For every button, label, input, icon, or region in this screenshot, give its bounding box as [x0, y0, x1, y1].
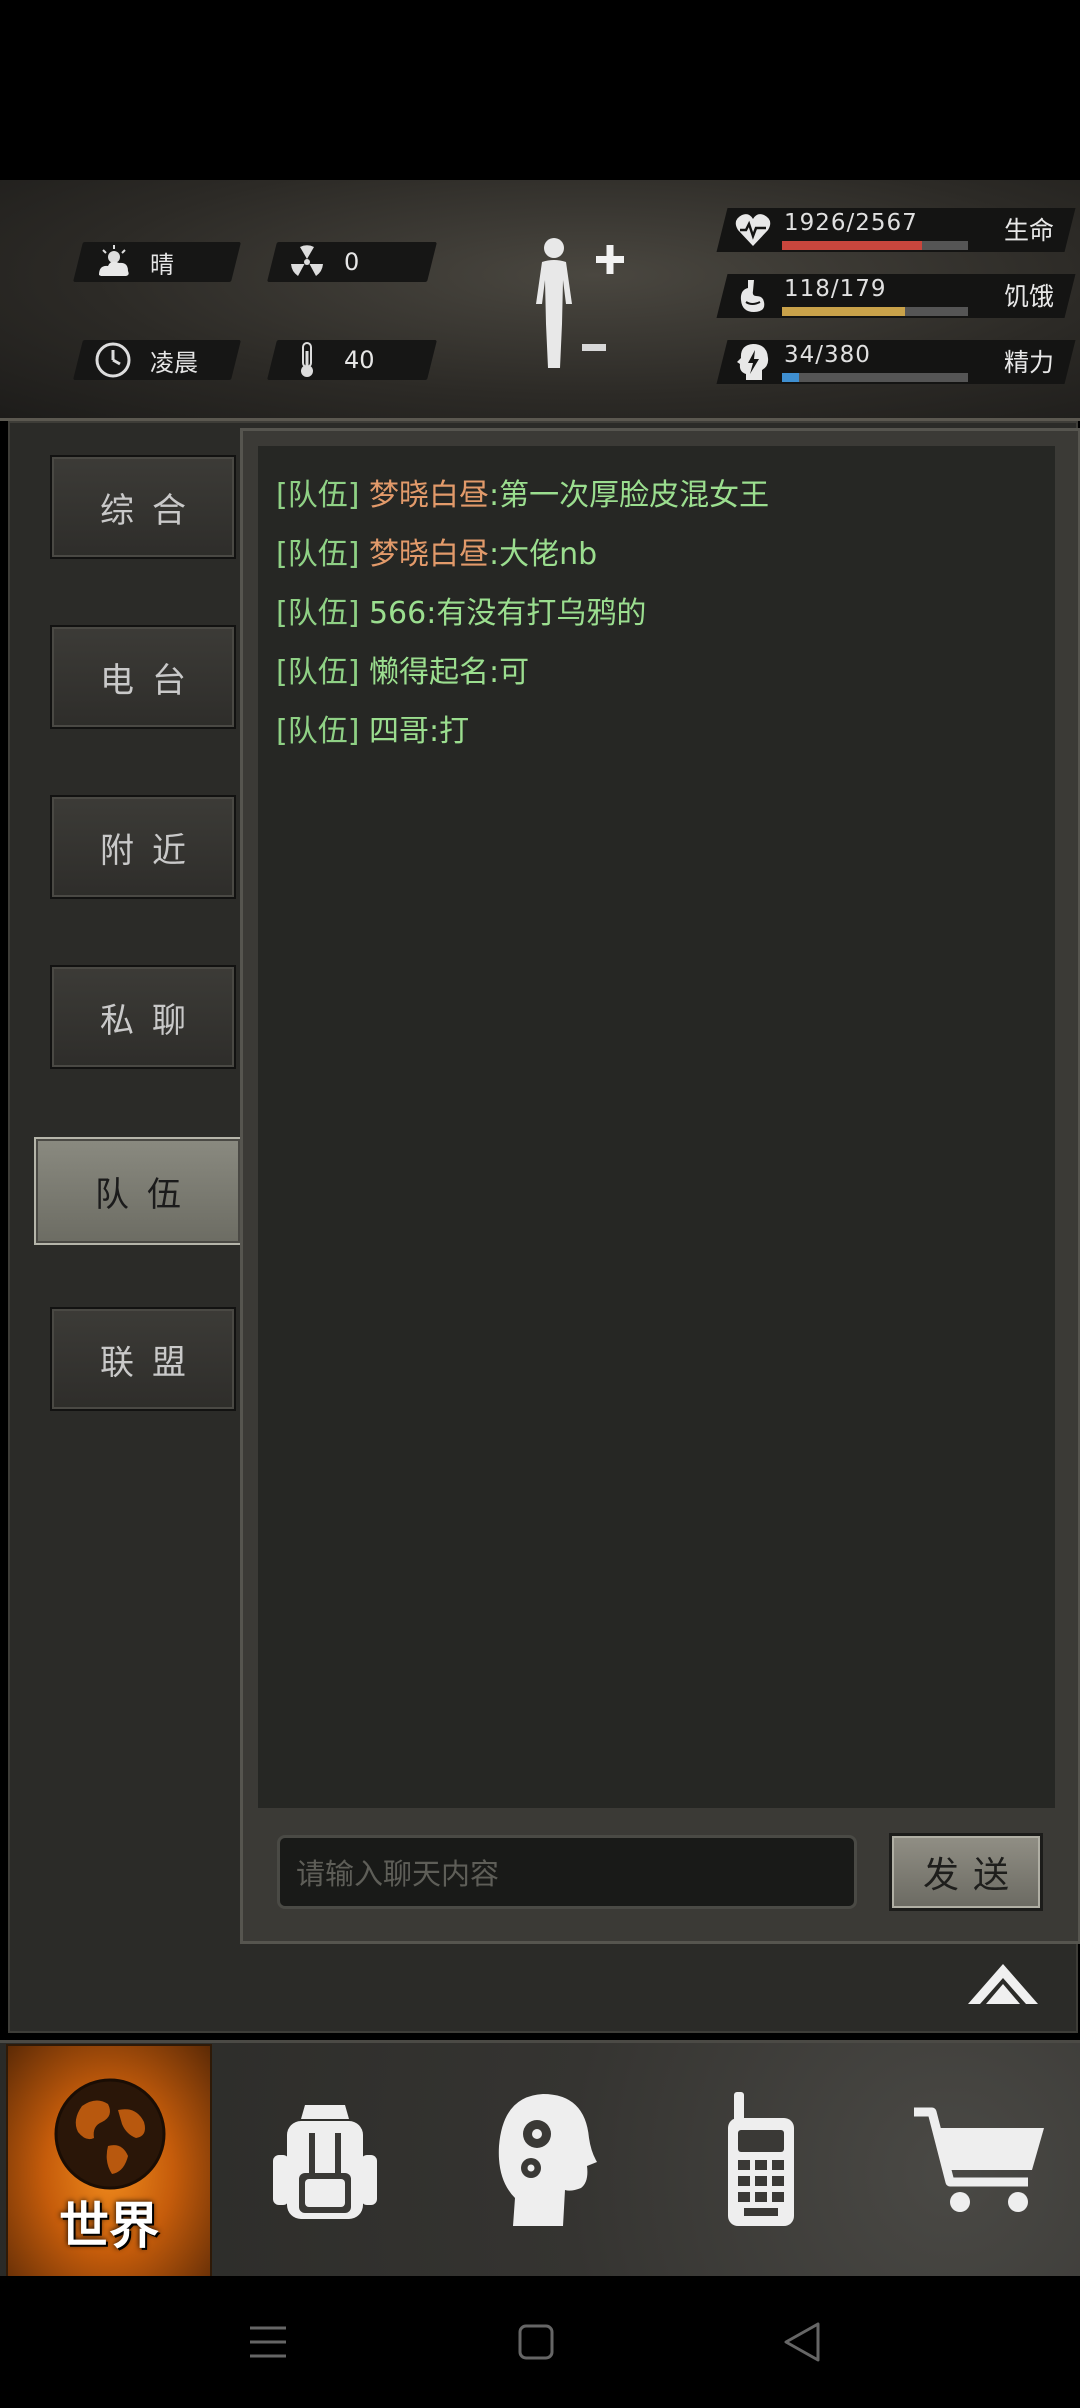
- send-button[interactable]: 发送: [889, 1833, 1043, 1911]
- health-bar: 1926/2567 生命: [716, 208, 1076, 252]
- energy-bar: 34/380 精力: [716, 340, 1076, 384]
- hunger-track: [782, 307, 968, 316]
- energy-fill: [782, 373, 799, 382]
- status-panel: 晴 0 凌晨 40 1926/2567 生命 118/179 饥饿 34/380…: [0, 180, 1080, 421]
- channel-tag: [队伍]: [276, 537, 360, 572]
- hunger-label: 饥饿: [1003, 282, 1054, 311]
- tab-team[interactable]: 队伍: [34, 1137, 242, 1245]
- heart-icon: [735, 214, 771, 246]
- health-value: 1926/2567: [784, 210, 918, 236]
- world-label: 世界: [59, 2197, 159, 2255]
- channel-tag: [队伍]: [276, 596, 360, 631]
- channel-tag: [队伍]: [276, 478, 360, 513]
- chat-message: [队伍] 566:有没有打乌鸦的: [276, 588, 646, 632]
- chat-message: [队伍] 梦晓白昼:大佬nb: [276, 529, 597, 573]
- character-body-button[interactable]: [520, 232, 630, 372]
- chat-message: [队伍] 四哥:打: [276, 706, 469, 750]
- channel-tag: [队伍]: [276, 655, 360, 690]
- backpack-button[interactable]: [250, 2080, 400, 2240]
- message-text: 566:有没有打乌鸦的: [368, 596, 647, 631]
- message-text: 懒得起名:可: [368, 655, 530, 690]
- weather-indicator: 晴: [73, 242, 241, 282]
- tab-alliance[interactable]: 联盟: [50, 1307, 236, 1411]
- tab-nearby[interactable]: 附近: [50, 795, 236, 899]
- head-gears-icon: [498, 2094, 597, 2226]
- radio-button[interactable]: [686, 2080, 836, 2240]
- globe-icon: [54, 2078, 166, 2190]
- energy-icon: [737, 344, 769, 380]
- energy-label: 精力: [1003, 348, 1054, 377]
- stomach-icon: [740, 280, 765, 312]
- message-text: :第一次厚脸皮混女王: [488, 478, 770, 513]
- message-text: 四哥:打: [368, 714, 470, 749]
- collapse-button[interactable]: [966, 1960, 1040, 2010]
- sender-name[interactable]: 梦晓白昼: [369, 537, 489, 572]
- chat-input[interactable]: 请输入聊天内容: [277, 1835, 857, 1909]
- chat-message: [队伍] 梦晓白昼:第一次厚脸皮混女王: [276, 470, 769, 514]
- sunny-cloud-icon: [94, 243, 132, 281]
- health-label: 生命: [1003, 216, 1054, 245]
- home-icon[interactable]: [516, 2322, 556, 2366]
- time-text: 凌晨: [150, 348, 198, 377]
- radiation-value: 0: [344, 248, 360, 276]
- chevron-up-icon: [968, 1964, 1038, 2004]
- shop-button[interactable]: [905, 2080, 1055, 2240]
- walkie-talkie-icon: [728, 2092, 794, 2226]
- radiation-icon: [288, 243, 326, 281]
- health-track: [782, 241, 968, 250]
- radiation-indicator: 0: [267, 242, 437, 282]
- skills-button[interactable]: [473, 2080, 623, 2240]
- temperature-indicator: 40: [267, 340, 437, 380]
- tab-private[interactable]: 私聊: [50, 965, 236, 1069]
- energy-track: [782, 373, 968, 382]
- hunger-value: 118/179: [784, 276, 887, 302]
- back-icon[interactable]: [782, 2320, 822, 2368]
- clock-icon: [94, 341, 132, 379]
- temperature-value: 40: [344, 346, 375, 374]
- menu-icon[interactable]: [248, 2322, 288, 2366]
- body-figure-icon: [536, 238, 624, 368]
- world-button[interactable]: 世界: [6, 2044, 212, 2278]
- thermometer-icon: [288, 341, 326, 379]
- hunger-bar: 118/179 饥饿: [716, 274, 1076, 318]
- time-indicator: 凌晨: [73, 340, 241, 380]
- system-nav-bar: [0, 2276, 1080, 2408]
- health-fill: [782, 241, 922, 250]
- sender-name[interactable]: 梦晓白昼: [369, 478, 489, 513]
- weather-text: 晴: [150, 250, 174, 279]
- shopping-cart-icon: [914, 2107, 1044, 2212]
- tab-general[interactable]: 综合: [50, 455, 236, 559]
- energy-value: 34/380: [784, 342, 871, 368]
- hunger-fill: [782, 307, 905, 316]
- message-text: :大佬nb: [488, 537, 598, 572]
- backpack-icon: [273, 2105, 377, 2219]
- chat-log[interactable]: [队伍] 梦晓白昼:第一次厚脸皮混女王 [队伍] 梦晓白昼:大佬nb [队伍] …: [258, 446, 1055, 1808]
- channel-tag: [队伍]: [276, 714, 360, 749]
- chat-message: [队伍] 懒得起名:可: [276, 647, 529, 691]
- tab-radio[interactable]: 电台: [50, 625, 236, 729]
